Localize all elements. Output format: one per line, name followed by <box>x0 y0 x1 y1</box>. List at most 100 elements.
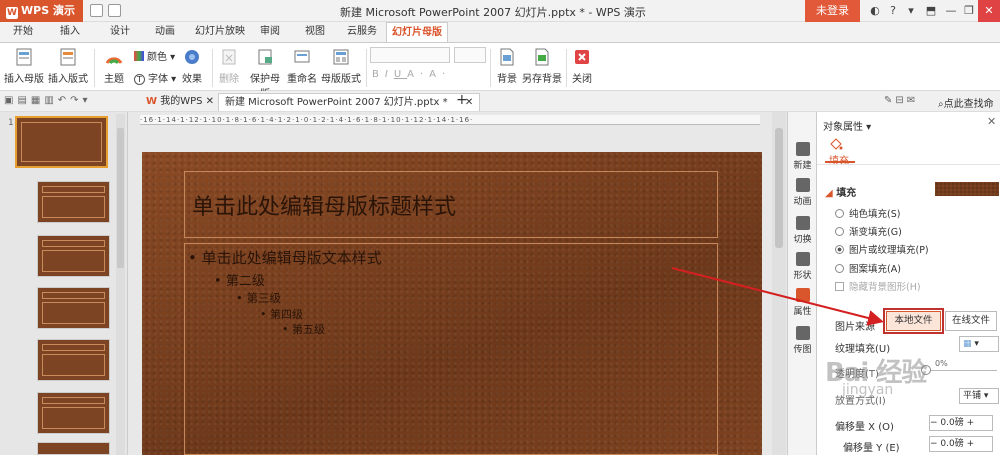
insert-master-label: 插入母版 <box>4 74 44 85</box>
radio-pattern-fill[interactable]: 图案填充(A) <box>835 261 901 275</box>
ribbon-separator <box>490 49 491 87</box>
save-icon[interactable] <box>90 4 103 17</box>
tab-design[interactable]: 设计 <box>105 22 135 42</box>
tab-home[interactable]: 开始 <box>8 22 38 42</box>
bullet-level-5: • 第五级 <box>282 323 325 336</box>
slide-scrollbar[interactable] <box>772 112 786 455</box>
rename-label: 重命名 <box>287 74 317 85</box>
font-button[interactable]: T 字体 ▾ <box>134 70 176 85</box>
slide-title: 单击此处编辑母版标题样式 <box>192 195 457 220</box>
thumbnail-master-selected[interactable] <box>15 116 108 168</box>
radio-gradient-fill[interactable]: 渐变填充(G) <box>835 224 902 238</box>
transition-icon <box>795 216 810 230</box>
bullet-level-2: • 第二级 <box>214 274 265 289</box>
side-animation-label: 动画 <box>793 197 812 207</box>
radio-picture-texture-fill[interactable]: 图片或纹理填充(P) <box>835 242 929 256</box>
tab-slideshow[interactable]: 幻灯片放映 <box>192 22 248 42</box>
color-label: 颜色 <box>147 52 167 63</box>
login-button[interactable]: 未登录 <box>805 0 860 22</box>
minimize-button[interactable]: — <box>942 3 960 19</box>
close-master-button[interactable]: 关闭 <box>570 47 594 89</box>
side-animation-button[interactable]: 动画 <box>788 178 817 207</box>
side-properties-button[interactable]: 属性 <box>788 288 817 317</box>
horizontal-ruler: ·16·1·14·1·12·1·10·1·8·1·6·1·4·1·2·1·0·1… <box>140 115 760 125</box>
texture-dropdown[interactable]: ▦ ▾ <box>959 336 999 352</box>
side-properties-label: 属性 <box>793 307 812 317</box>
side-new-button[interactable]: 新建 <box>788 142 817 171</box>
thumbnail-layout[interactable] <box>37 442 110 455</box>
doc-tab-active[interactable]: 新建 Microsoft PowerPoint 2007 幻灯片.pptx * … <box>218 93 481 111</box>
font-size-dropdown[interactable] <box>454 47 486 63</box>
side-upload-button[interactable]: 传图 <box>788 326 817 355</box>
close-button[interactable]: ✕ <box>978 0 1000 22</box>
thumbnail-layout[interactable] <box>37 339 110 381</box>
theme-label: 主题 <box>104 74 124 85</box>
theme-button[interactable]: 主题 <box>98 47 130 89</box>
tile-mode-dropdown[interactable]: 平铺 ▾ <box>959 388 999 404</box>
close-icon[interactable]: ✕ <box>206 96 214 107</box>
skin-icon[interactable]: ◐ <box>866 3 884 19</box>
thumbnail-layout[interactable] <box>37 181 110 223</box>
offset-x-label: 偏移量 X (O) <box>835 422 894 433</box>
tab-slide-master[interactable]: 幻灯片母版 <box>386 22 448 42</box>
new-tab-button[interactable]: + <box>456 92 468 108</box>
background-button[interactable]: 背景 <box>494 47 520 89</box>
delete-button[interactable]: 删除 <box>216 47 242 89</box>
hide-background-checkbox[interactable]: 隐藏背景图形(H) <box>835 279 921 293</box>
theme-icon <box>105 57 123 65</box>
online-file-button[interactable]: 在线文件 <box>945 311 997 331</box>
insert-master-button[interactable]: 插入母版 <box>4 47 44 89</box>
fill-section-header[interactable]: ◢ 填充 <box>825 184 856 199</box>
doc-tab-my-wps[interactable]: W 我的WPS ✕ <box>140 93 220 111</box>
text-format-tools[interactable]: BIUA·A· <box>372 69 451 80</box>
panel-title[interactable]: 对象属性 ▾ <box>823 118 871 133</box>
tab-animation[interactable]: 动画 <box>148 22 182 42</box>
side-transition-label: 切换 <box>793 235 812 245</box>
rename-button[interactable]: 重命名 <box>286 47 318 89</box>
ribbon-separator <box>212 49 213 87</box>
side-transition-button[interactable]: 切换 <box>788 216 817 245</box>
search-box[interactable]: ⌕点此查找命 <box>938 95 994 110</box>
maximize-button[interactable]: ❐ <box>960 3 978 19</box>
new-icon <box>795 142 810 156</box>
animation-icon <box>795 178 810 192</box>
upload-image-icon <box>795 326 810 340</box>
tab-view[interactable]: 视图 <box>300 22 330 42</box>
protect-master-button[interactable]: 保护母版 <box>246 47 284 100</box>
help-icon[interactable]: ? <box>884 3 902 19</box>
thumbnail-layout[interactable] <box>37 392 110 434</box>
thumbnail-scrollbar[interactable] <box>116 114 125 455</box>
tab-review[interactable]: 审阅 <box>255 22 285 42</box>
master-layout-button[interactable]: 母版版式 <box>320 47 362 89</box>
local-file-button[interactable]: 本地文件 <box>883 308 944 334</box>
color-button[interactable]: 颜色 ▾ <box>134 48 175 63</box>
insert-layout-button[interactable]: 插入版式 <box>48 47 88 89</box>
transparency-slider[interactable] <box>921 370 997 371</box>
panel-close-icon[interactable]: ✕ <box>987 115 996 128</box>
folder-icon[interactable] <box>108 4 121 17</box>
quick-access-icons[interactable]: ▣▤▦▥↶↷▾ <box>4 95 92 106</box>
toolbar-right-icons[interactable]: ✎⊟✉ <box>884 95 918 106</box>
side-new-label: 新建 <box>793 161 812 171</box>
watermark-sub: jingyan <box>842 382 894 398</box>
save-background-button[interactable]: 另存背景 <box>522 47 562 89</box>
side-shape-button[interactable]: 形状 <box>788 252 817 281</box>
wps-app-menu-button[interactable]: WWPS 演示▼ <box>0 0 83 38</box>
offset-x-stepper[interactable]: − 0.0磅 + <box>929 415 993 431</box>
tab-fill-indicator <box>825 161 855 163</box>
settings-icon[interactable]: ▾ <box>902 3 920 19</box>
slide-canvas[interactable]: 单击此处编辑母版标题样式 • 单击此处编辑母版文本样式 • 第二级 • 第三级 … <box>142 152 762 455</box>
thumbnail-layout[interactable] <box>37 287 110 329</box>
offset-y-stepper[interactable]: − 0.0磅 + <box>929 436 993 452</box>
tab-insert[interactable]: 插入 <box>55 22 85 42</box>
effect-button[interactable]: 效果 <box>176 47 208 89</box>
font-name-dropdown[interactable] <box>370 47 450 63</box>
ribbon: 插入母版 插入版式 主题 颜色 ▾ T字体 ▾ 效果 删除 保护母版 重命名 母… <box>0 42 1000 100</box>
wps-icon: W <box>146 96 158 107</box>
radio-solid-fill[interactable]: 纯色填充(S) <box>835 206 900 220</box>
restore-icon[interactable]: ⬒ <box>922 3 940 19</box>
thumbnail-layout[interactable] <box>37 235 110 277</box>
object-properties-panel: 对象属性 ▾ ✕ 填充 ◢ 填充 纯色填充(S) 渐变填充(G) 图片或纹理填充… <box>816 112 1000 455</box>
quick-access-bar: ▣▤▦▥↶↷▾ W 我的WPS ✕ 新建 Microsoft PowerPoin… <box>0 91 1000 112</box>
tab-cloud[interactable]: 云服务 <box>342 22 382 42</box>
